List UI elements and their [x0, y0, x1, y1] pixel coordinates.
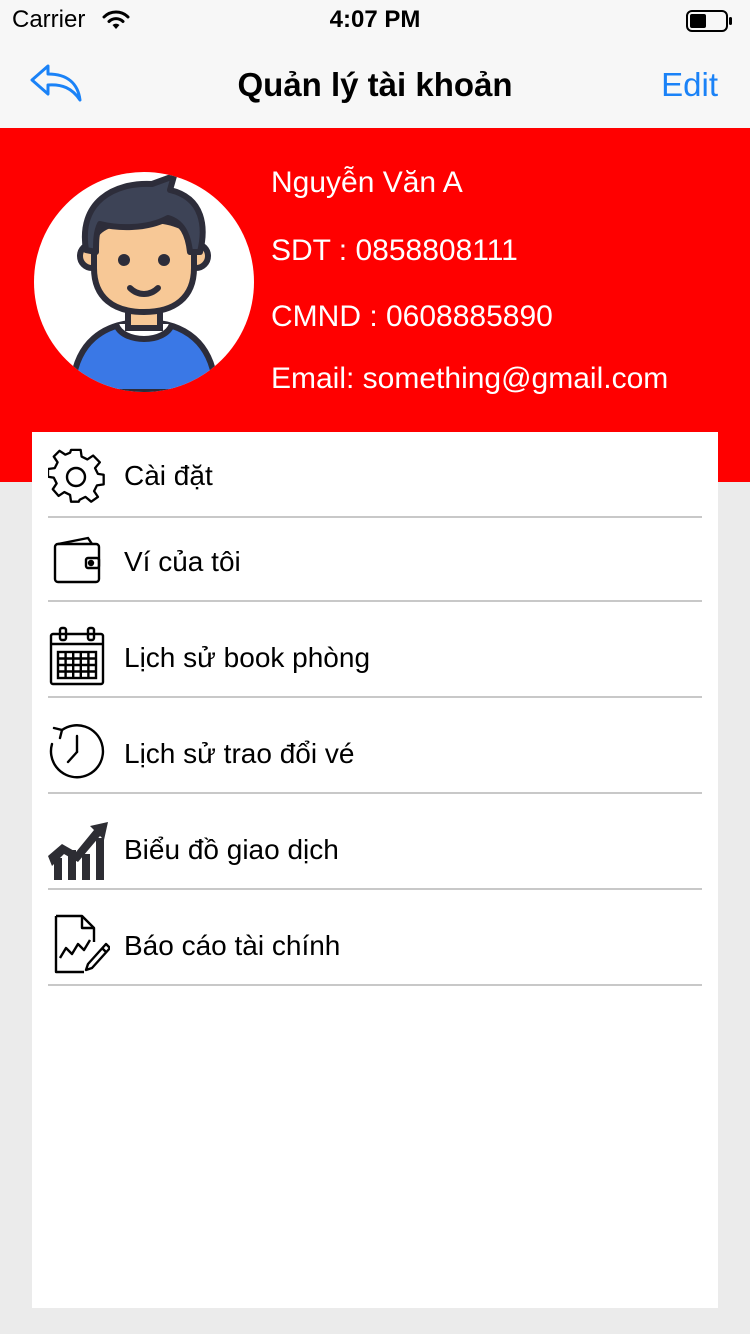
menu-item-settings[interactable]: Cài đặt [46, 432, 702, 518]
profile-name: Nguyễn Văn A [271, 166, 463, 199]
menu-item-wallet[interactable]: Ví của tôi [48, 518, 702, 602]
calendar-icon [48, 626, 106, 691]
menu-item-label: Lịch sử trao đổi vé [124, 738, 355, 769]
profile-phone: SDT : 0858808111 [271, 234, 518, 267]
menu-item-label: Lịch sử book phòng [124, 642, 371, 673]
menu-item-label: Biểu đồ giao dịch [124, 834, 339, 865]
profile-id-card: CMND : 0608885890 [271, 300, 553, 333]
menu-item-booking-history[interactable]: Lịch sử book phòng [48, 602, 702, 698]
gear-icon [46, 448, 106, 511]
profile-header: Nguyễn Văn A SDT : 0858808111 CMND : 060… [0, 128, 750, 482]
edit-button[interactable]: Edit [661, 66, 718, 104]
report-icon [48, 914, 112, 979]
user-avatar-icon [68, 173, 220, 392]
menu-item-ticket-history[interactable]: Lịch sử trao đổi vé [48, 698, 702, 794]
menu-item-transaction-chart[interactable]: Biểu đồ giao dịch [48, 794, 702, 890]
status-bar: Carrier 4:07 PM [0, 0, 750, 40]
status-time: 4:07 PM [329, 6, 421, 33]
wallet-icon [48, 536, 106, 591]
navigation-bar: Quản lý tài khoản Edit [0, 40, 750, 128]
menu-item-label: Ví của tôi [124, 546, 241, 577]
menu-item-financial-report[interactable]: Báo cáo tài chính [48, 890, 702, 986]
menu-item-label: Báo cáo tài chính [124, 930, 341, 961]
history-clock-icon [48, 722, 106, 785]
chart-icon [48, 820, 110, 885]
menu-item-label: Cài đặt [124, 460, 213, 491]
battery-icon [686, 10, 734, 37]
page-title: Quản lý tài khoản [237, 66, 513, 103]
menu-card: Cài đặt Ví của tôi Lịch sử book phòng Lị… [32, 432, 718, 1308]
avatar [34, 172, 254, 392]
profile-email: Email: something@gmail.com [271, 362, 669, 395]
